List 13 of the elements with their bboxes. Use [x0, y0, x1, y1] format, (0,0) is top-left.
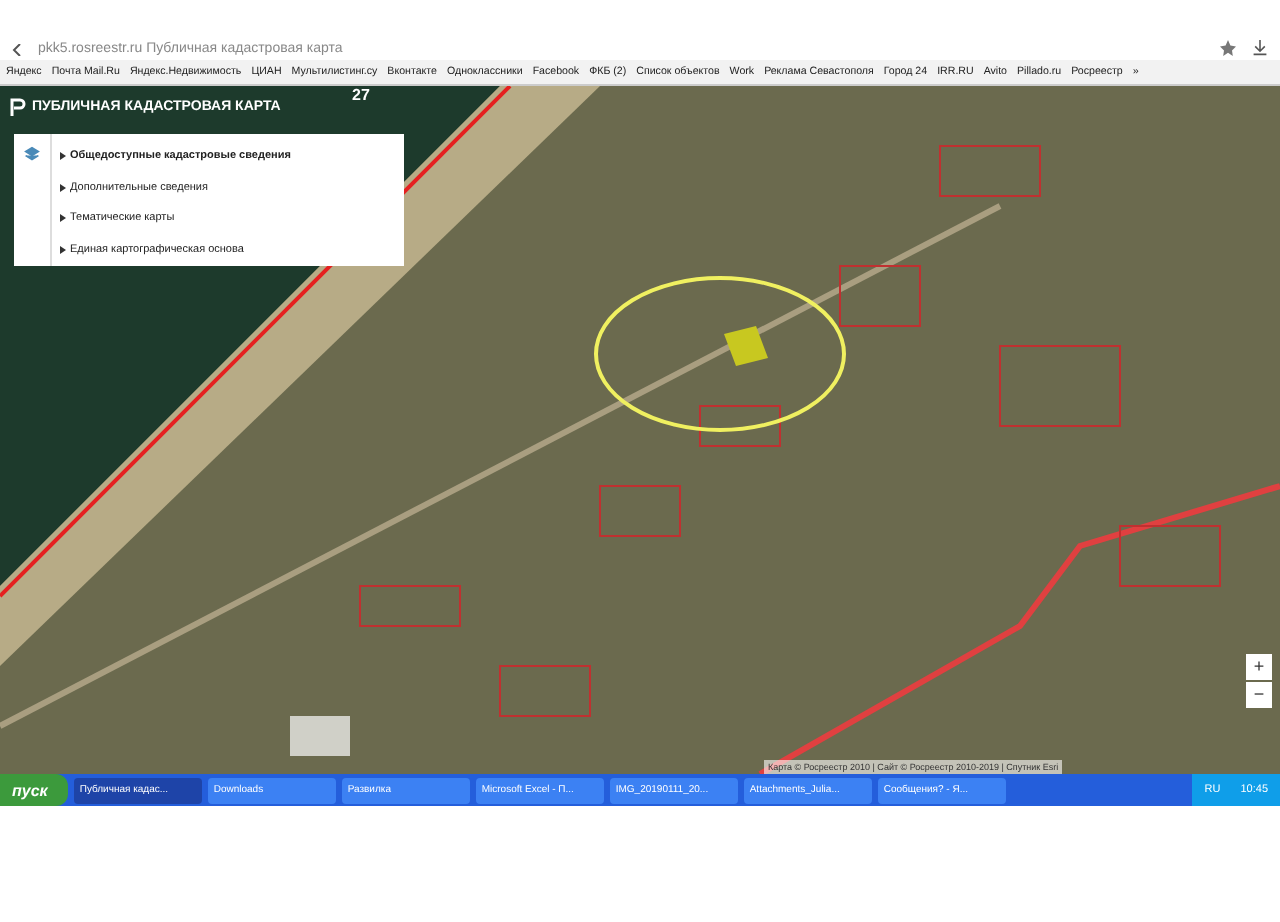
back-icon[interactable]: [12, 44, 22, 56]
triangle-icon: [60, 246, 66, 255]
star-icon[interactable]: [1220, 40, 1236, 56]
triangle-icon: [60, 183, 66, 192]
triangle-icon: [60, 151, 66, 160]
start-button[interactable]: пуск: [0, 774, 68, 806]
layers-icon[interactable]: [24, 146, 40, 162]
logo-icon: [10, 98, 26, 116]
download-icon[interactable]: [1252, 40, 1268, 56]
triangle-icon: [60, 214, 66, 223]
map-label: 27: [352, 86, 370, 104]
zoom-out-button[interactable]: −: [1246, 682, 1272, 708]
zoom-in-button[interactable]: +: [1246, 654, 1272, 680]
